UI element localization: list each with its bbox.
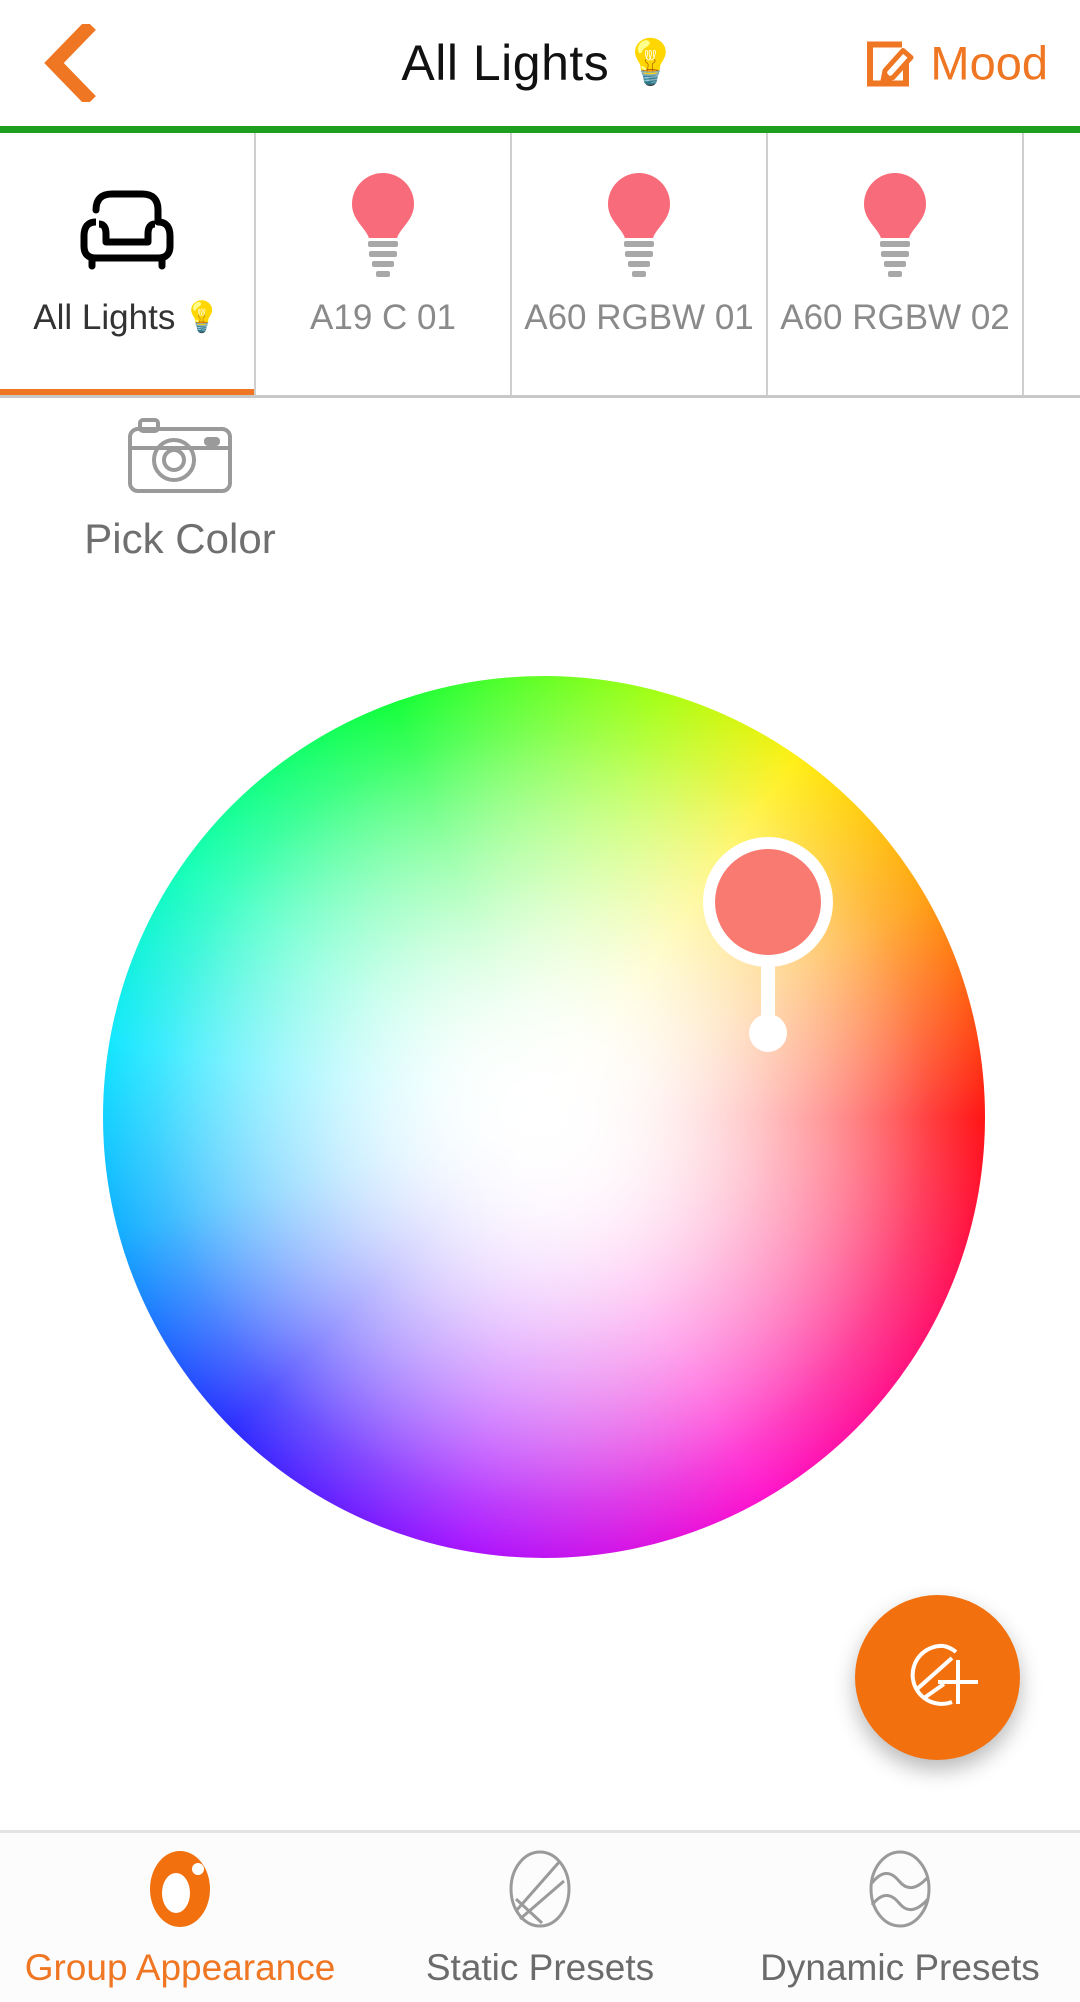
- nav-label-static-presets: Static Presets: [425, 1946, 655, 1988]
- pick-color-button[interactable]: Pick Color: [0, 415, 360, 575]
- nav-item-group-appearance[interactable]: Group Appearance: [0, 1833, 360, 2002]
- tab-label-a60-rgbw-01: A60 RGBW 01: [524, 298, 754, 338]
- camera-icon: [124, 415, 236, 497]
- device-tab-strip[interactable]: All Lights 💡 A19 C 01 A60 RGBW 01 A60 RG…: [0, 133, 1080, 398]
- tab-a19-c-01[interactable]: A19 C 01: [256, 133, 512, 395]
- handle-anchor-dot[interactable]: [749, 1014, 787, 1052]
- mood-button[interactable]: Mood: [862, 36, 1048, 91]
- tab-next-partial[interactable]: A: [1024, 133, 1080, 395]
- page-title-text: All Lights: [401, 35, 610, 91]
- edit-square-icon: [867, 41, 914, 86]
- tab-active-underline: [0, 389, 254, 395]
- nav-item-dynamic-presets[interactable]: Dynamic Presets: [720, 1833, 1080, 2002]
- bulb-icon: [845, 133, 945, 298]
- app-root: All Lights 💡 Mood All Lights 💡 A19 C 01 …: [0, 0, 1080, 2002]
- add-color-fab[interactable]: [855, 1595, 1020, 1760]
- add-color-icon: [910, 1643, 978, 1706]
- tab-a60-rgbw-02[interactable]: A60 RGBW 02: [768, 133, 1024, 395]
- nav-item-static-presets[interactable]: Static Presets: [360, 1833, 720, 2002]
- tab-label-text: A19 C 01: [310, 298, 456, 337]
- color-wheel-gradient[interactable]: [103, 676, 985, 1558]
- bottom-navigation: Group Appearance Static Presets Dynamic …: [0, 1830, 1080, 2002]
- nav-label-group-appearance: Group Appearance: [24, 1946, 336, 1988]
- tab-label-text: A60 RGBW 02: [780, 298, 1010, 337]
- bulb-icon: [589, 133, 689, 298]
- tab-label-text: All Lights: [33, 298, 176, 337]
- bulb-icon: [333, 133, 433, 298]
- tab-label-a19-c-01: A19 C 01: [310, 298, 456, 338]
- nav-label-dynamic-presets: Dynamic Presets: [760, 1946, 1040, 1988]
- bulb-emoji-icon: 💡: [183, 301, 221, 334]
- sofa-icon: [72, 133, 182, 298]
- group-appearance-icon: [142, 1847, 218, 1931]
- mood-label: Mood: [930, 36, 1048, 90]
- dynamic-presets-icon: [862, 1847, 938, 1931]
- tab-label-all-lights: All Lights 💡: [33, 298, 220, 338]
- tab-a60-rgbw-01[interactable]: A60 RGBW 01: [512, 133, 768, 395]
- tab-all-lights[interactable]: All Lights 💡: [0, 133, 256, 395]
- handle-color-swatch[interactable]: [703, 837, 833, 967]
- color-wheel[interactable]: [103, 676, 985, 1558]
- pick-color-label: Pick Color: [84, 515, 276, 562]
- header-bar: All Lights 💡 Mood: [0, 0, 1080, 126]
- header-divider: [0, 126, 1080, 133]
- tab-label-text: A60 RGBW 01: [524, 298, 754, 337]
- tab-label-a60-rgbw-02: A60 RGBW 02: [780, 298, 1010, 338]
- static-presets-icon: [502, 1847, 578, 1931]
- bulb-emoji-icon: 💡: [623, 38, 679, 87]
